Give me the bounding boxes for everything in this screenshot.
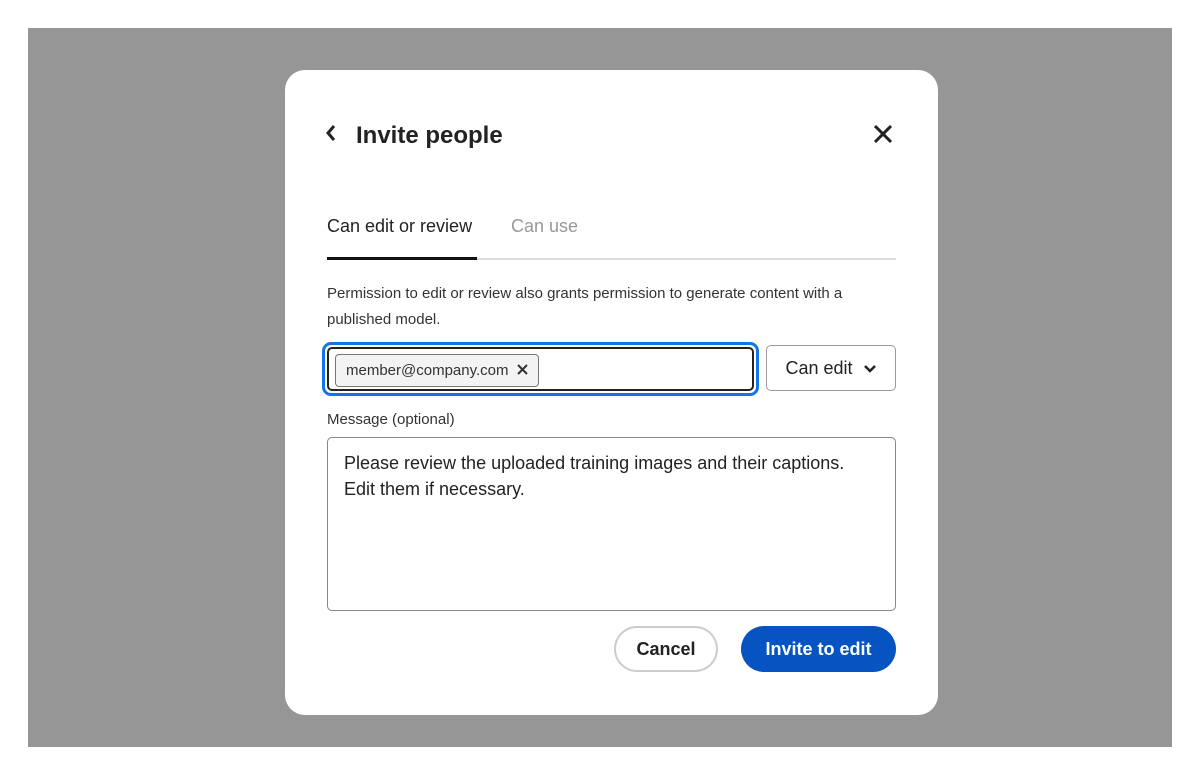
tab-can-use[interactable]: Can use [511, 216, 578, 237]
invite-dialog: Invite people Can edit or review Can use… [285, 70, 938, 715]
email-input[interactable]: member@company.com [327, 347, 754, 391]
recipient-email: member@company.com [346, 362, 509, 379]
permission-selected: Can edit [785, 357, 853, 378]
recipient-chip: member@company.com [335, 354, 539, 387]
close-icon[interactable] [873, 119, 893, 151]
permission-description: Permission to edit or review also grants… [327, 285, 843, 328]
tab-selected-indicator [327, 257, 477, 260]
remove-recipient-icon[interactable] [516, 362, 528, 380]
chevron-down-icon [863, 358, 877, 379]
cancel-button[interactable]: Cancel [614, 626, 718, 672]
tab-can-edit-or-review[interactable]: Can edit or review [327, 216, 472, 237]
back-chevron-icon[interactable] [325, 122, 337, 148]
message-textarea[interactable]: Please review the uploaded training imag… [327, 437, 896, 611]
email-input-focus-ring: member@company.com [322, 342, 759, 396]
invite-to-edit-button[interactable]: Invite to edit [741, 626, 896, 672]
message-label: Message (optional) [327, 411, 455, 428]
dialog-title: Invite people [356, 122, 503, 149]
permission-dropdown[interactable]: Can edit [766, 345, 896, 391]
